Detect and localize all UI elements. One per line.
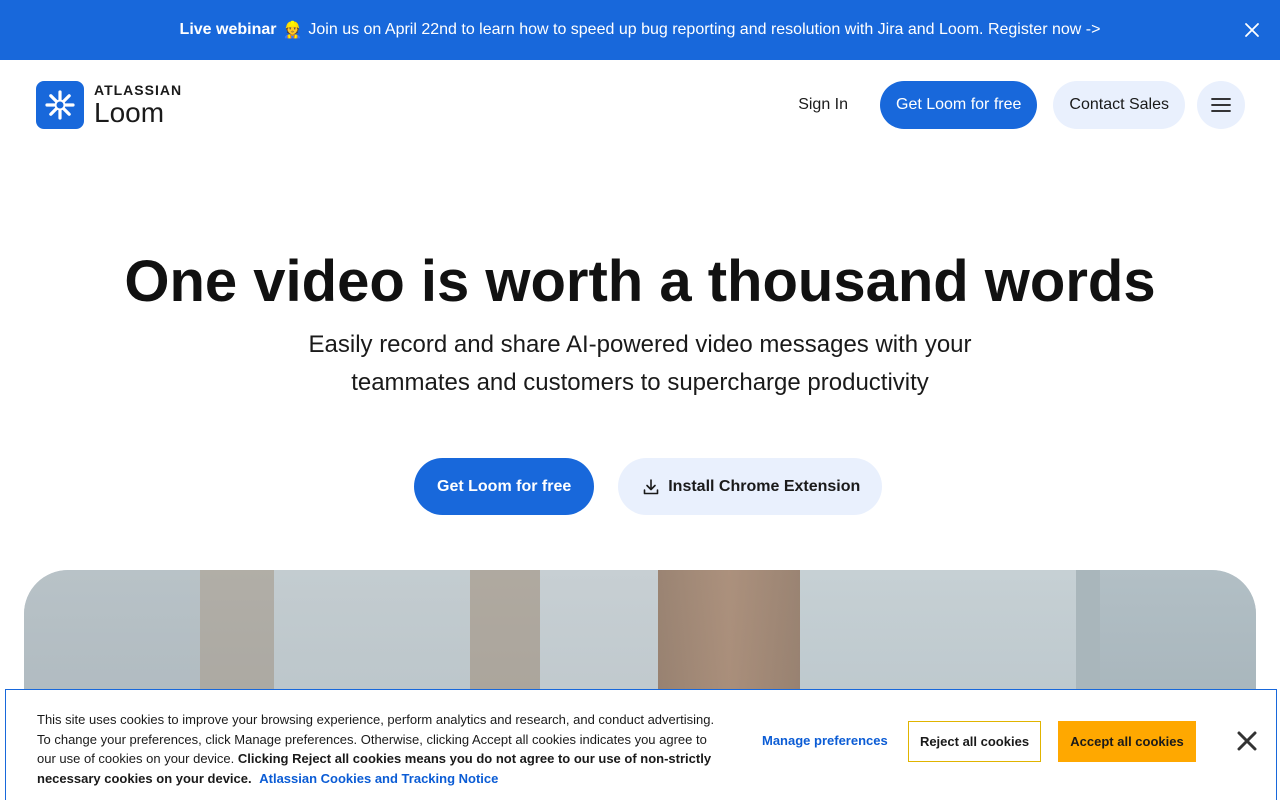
- cookie-text: This site uses cookies to improve your b…: [37, 710, 717, 788]
- sign-in-link[interactable]: Sign In: [798, 96, 848, 114]
- banner-title: Live webinar: [179, 21, 277, 38]
- menu-button[interactable]: [1197, 81, 1245, 129]
- site-header: ATLASSIAN Loom Sign In Get Loom for free…: [0, 60, 1280, 150]
- logo-atlassian-text: ATLASSIAN: [94, 82, 183, 98]
- cookie-close-icon[interactable]: [1234, 728, 1260, 754]
- hero-cta-row: Get Loom for free Install Chrome Extensi…: [414, 458, 883, 515]
- cookie-consent-banner: This site uses cookies to improve your b…: [5, 689, 1277, 800]
- manage-preferences-link[interactable]: Manage preferences: [762, 733, 888, 748]
- contact-sales-button[interactable]: Contact Sales: [1053, 81, 1185, 129]
- logo-wordmark: ATLASSIAN Loom: [94, 83, 182, 127]
- header-nav: Sign In Get Loom for free Contact Sales: [798, 81, 1245, 129]
- install-chrome-extension-button[interactable]: Install Chrome Extension: [618, 458, 883, 515]
- cookie-notice-link[interactable]: Atlassian Cookies and Tracking Notice: [259, 771, 498, 786]
- hero-subtitle: Easily record and share AI-powered video…: [308, 331, 972, 396]
- reject-all-cookies-button[interactable]: Reject all cookies: [908, 721, 1041, 762]
- logo-loom-text: Loom: [94, 97, 165, 128]
- banner-message[interactable]: Join us on April 22nd to learn how to sp…: [308, 21, 1100, 39]
- atlassian-loom-logo[interactable]: ATLASSIAN Loom: [36, 81, 182, 129]
- install-chrome-extension-label: Install Chrome Extension: [668, 477, 861, 495]
- banner-close-icon[interactable]: [1240, 18, 1264, 42]
- accept-all-cookies-button[interactable]: Accept all cookies: [1058, 721, 1196, 762]
- announcement-banner[interactable]: Live webinar 👷 Join us on April 22nd to …: [0, 0, 1280, 60]
- loom-logo-icon: [36, 81, 84, 129]
- get-loom-free-button[interactable]: Get Loom for free: [414, 458, 595, 515]
- worker-emoji-icon: 👷: [282, 22, 303, 39]
- download-icon: [642, 478, 660, 496]
- hamburger-menu-icon: [1211, 98, 1231, 112]
- hero-title: One video is worth a thousand words: [124, 249, 1156, 314]
- get-loom-free-header-button[interactable]: Get Loom for free: [880, 81, 1038, 129]
